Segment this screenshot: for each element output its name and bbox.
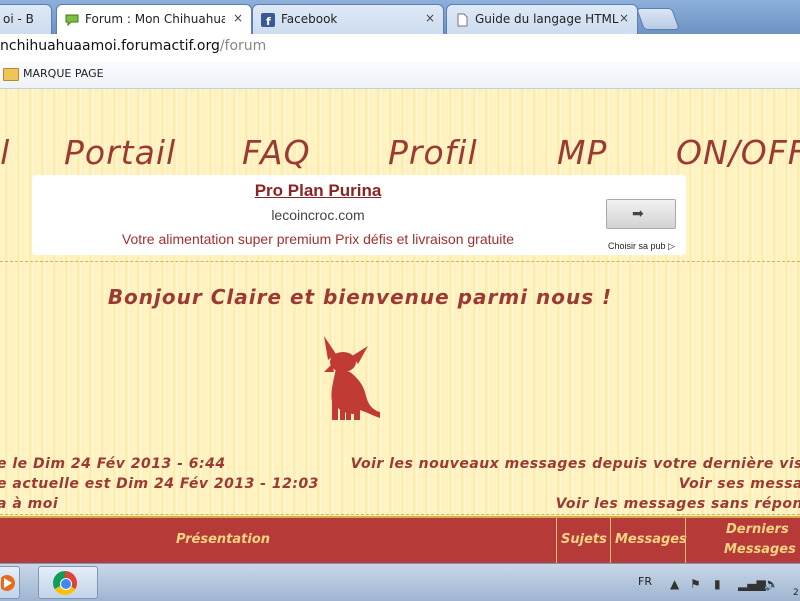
- ad-banner[interactable]: Pro Plan Purina lecoincroc.com Votre ali…: [32, 175, 686, 255]
- ad-description: Votre alimentation super premium Prix dé…: [121, 231, 515, 247]
- new-tab-button[interactable]: [635, 8, 681, 30]
- current-date-text: e actuelle est Dim 24 Fév 2013 - 12:03: [0, 476, 319, 492]
- facebook-icon: f: [261, 13, 275, 28]
- chrome-icon: [53, 571, 77, 595]
- unanswered-messages-link[interactable]: Voir les messages sans répon: [556, 496, 800, 512]
- nav-link-accueil[interactable]: il: [0, 133, 10, 172]
- forum-page: il Portail FAQ Profil MP ON/OFF Pro Plan…: [0, 89, 800, 563]
- nav-link-profil[interactable]: Profil: [388, 133, 478, 172]
- tab-label: Guide du langage HTML: [475, 12, 619, 26]
- battery-icon[interactable]: ▮: [714, 577, 721, 591]
- taskbar-chrome[interactable]: [38, 566, 98, 599]
- address-bar[interactable]: nchihuahuaamoi.forumactif.org/forum: [0, 34, 800, 62]
- close-tab-icon[interactable]: ×: [233, 11, 243, 25]
- own-messages-link[interactable]: Voir ses messa: [679, 476, 800, 492]
- forum-index-link[interactable]: a à moi: [0, 496, 58, 512]
- close-tab-icon[interactable]: ×: [425, 11, 435, 25]
- url-host: nchihuahuaamoi.forumactif.org: [0, 38, 220, 54]
- url-path: /forum: [219, 38, 267, 54]
- category-header-bar: Présentation Sujets Messages Derniers Me…: [0, 516, 800, 563]
- svg-text:f: f: [266, 15, 271, 27]
- volume-icon[interactable]: 🔈: [764, 577, 779, 591]
- chat-bubble-icon: [65, 13, 79, 27]
- nav-link-portail[interactable]: Portail: [64, 133, 176, 172]
- taskbar-media-player[interactable]: [0, 566, 20, 599]
- nav-link-on-off[interactable]: ON/OFF: [676, 133, 800, 172]
- network-signal-icon[interactable]: ▂▄▆: [738, 577, 766, 591]
- action-center-icon[interactable]: ⚑: [690, 577, 701, 591]
- column-header-derniers: Derniers: [726, 522, 789, 537]
- column-derniers-messages: Derniers Messages: [685, 518, 800, 563]
- url-text[interactable]: nchihuahuaamoi.forumactif.org/forum: [0, 38, 266, 54]
- ad-domain: lecoincroc.com: [271, 207, 365, 223]
- tab-forum-mon-chihuahua[interactable]: Forum : Mon Chihuahua à ×: [56, 4, 252, 35]
- tab-facebook[interactable]: f Facebook ×: [252, 4, 444, 34]
- tab-label: oi - B: [3, 12, 34, 26]
- nav-link-faq[interactable]: FAQ: [242, 133, 311, 172]
- tab-guide-html[interactable]: Guide du langage HTML ×: [446, 4, 638, 34]
- chihuahua-silhouette: [318, 332, 384, 428]
- category-title-presentation[interactable]: Présentation: [176, 532, 270, 547]
- tab-label: Facebook: [281, 12, 338, 26]
- language-indicator[interactable]: FR: [638, 575, 652, 588]
- divider: [0, 514, 800, 515]
- column-header-messages-2: Messages: [724, 542, 796, 557]
- page-icon: [455, 13, 469, 27]
- last-visit-text: e le Dim 24 Fév 2013 - 6:44: [0, 456, 226, 472]
- tab-forum-blog[interactable]: oi - B: [0, 4, 52, 34]
- column-messages: Messages: [610, 518, 687, 563]
- welcome-message: Bonjour Claire et bienvenue parmi nous !: [107, 285, 613, 309]
- tray-arrow-icon[interactable]: ▲: [670, 577, 679, 591]
- forum-nav: il Portail FAQ Profil MP ON/OFF: [0, 133, 800, 173]
- browser-tab-strip: oi - B Forum : Mon Chihuahua à × f Faceb…: [0, 0, 800, 35]
- tab-label: Forum : Mon Chihuahua à: [85, 12, 225, 26]
- ad-go-button[interactable]: ➡: [606, 199, 676, 229]
- nav-link-mp[interactable]: MP: [557, 133, 607, 172]
- folder-icon: [3, 68, 19, 81]
- ad-choice-link[interactable]: Choisir sa pub ▷: [608, 241, 675, 252]
- new-messages-link[interactable]: Voir les nouveaux messages depuis votre …: [351, 456, 800, 472]
- windows-taskbar: FR ▲ ⚑ ▮ ▂▄▆ 🔈 2: [0, 563, 800, 601]
- close-tab-icon[interactable]: ×: [619, 11, 629, 25]
- column-header-sujets: Sujets: [561, 532, 607, 547]
- arrow-right-icon: ➡: [632, 206, 644, 222]
- column-header-messages: Messages: [615, 532, 687, 547]
- bookmarks-bar: MARQUE PAGE: [0, 61, 800, 89]
- clock[interactable]: 2: [793, 588, 799, 598]
- divider: [0, 261, 800, 262]
- column-sujets: Sujets: [556, 518, 610, 563]
- bookmark-folder-marque-page[interactable]: MARQUE PAGE: [23, 67, 104, 80]
- ad-title[interactable]: Pro Plan Purina: [32, 181, 604, 201]
